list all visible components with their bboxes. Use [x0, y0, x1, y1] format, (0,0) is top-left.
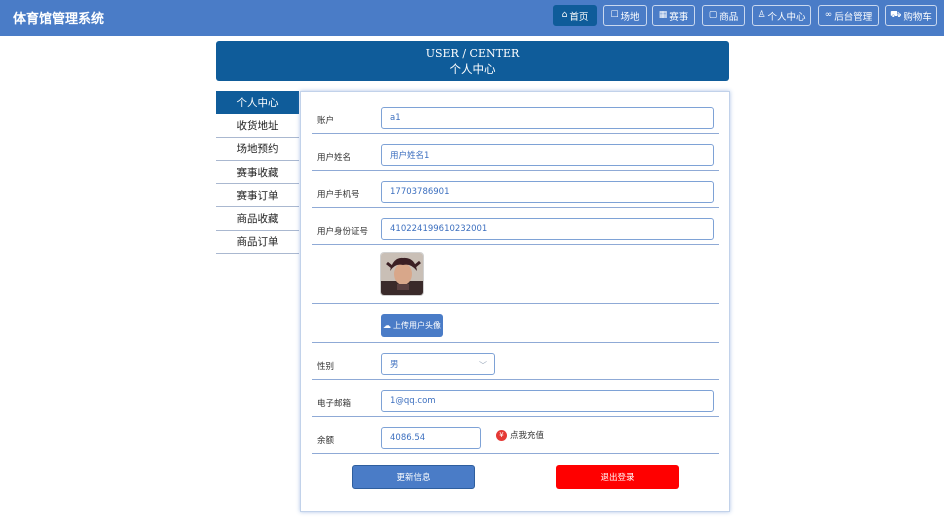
nav-cart[interactable]: ⛟ 购物车: [885, 5, 937, 26]
sidebar-item-address[interactable]: 收货地址: [216, 114, 299, 138]
chevron-down-icon: ﹀: [479, 361, 487, 370]
cart-icon: ⛟: [890, 10, 902, 20]
gender-select[interactable]: 男 ﹀: [381, 353, 495, 375]
nav-venue[interactable]: ☐ 场地: [603, 5, 647, 26]
venue-icon: ☐: [610, 10, 619, 20]
update-info-button[interactable]: 更新信息: [352, 465, 475, 489]
upload-avatar-button[interactable]: ☁ 上传用户头像: [381, 314, 443, 337]
nav-admin[interactable]: ∞ 后台管理: [818, 5, 879, 26]
form-row-gender: 性别 男 ﹀: [312, 343, 719, 380]
site-title: 体育馆管理系统: [13, 12, 105, 27]
logout-button[interactable]: 退出登录: [556, 465, 679, 489]
banner-title-cn: 个人中心: [449, 62, 496, 76]
page-banner: USER / CENTER 个人中心: [216, 41, 729, 81]
yen-icon: ¥: [496, 429, 507, 441]
recharge-link[interactable]: ¥ 点我充值: [496, 429, 544, 441]
form-row-email: 电子邮箱 1@qq.com: [312, 380, 719, 417]
cloud-upload-icon: ☁: [383, 321, 391, 330]
balance-label: 余额: [317, 436, 335, 446]
nav-home[interactable]: ⌂ 首页: [553, 5, 597, 26]
balance-input: 4086.54: [381, 427, 481, 449]
idcard-label: 用户身份证号: [317, 227, 369, 237]
sidebar-item-user-center[interactable]: 个人中心: [216, 91, 299, 115]
form-row-upload: ☁ 上传用户头像: [312, 304, 719, 343]
email-input[interactable]: 1@qq.com: [381, 390, 714, 412]
form-row-phone: 用户手机号 17703786901: [312, 171, 719, 208]
sidebar-item-event-orders[interactable]: 赛事订单: [216, 184, 299, 208]
phone-input[interactable]: 17703786901: [381, 181, 714, 203]
account-input[interactable]: a1: [381, 107, 714, 129]
sidebar-item-venue-booking[interactable]: 场地预约: [216, 138, 299, 161]
banner-title-en: USER / CENTER: [425, 47, 520, 60]
sidebar: 个人中心 收货地址 场地预约 赛事收藏 赛事订单 商品收藏 商品订单: [216, 91, 299, 255]
sidebar-item-goods-favorites[interactable]: 商品收藏: [216, 207, 299, 231]
name-input[interactable]: 用户姓名1: [381, 144, 714, 166]
gender-label: 性别: [317, 362, 335, 372]
phone-label: 用户手机号: [317, 190, 360, 200]
profile-form: 账户 a1 用户姓名 用户姓名1 用户手机号 17703786901 用户身份证…: [300, 91, 730, 512]
form-row-account: 账户 a1: [312, 100, 719, 134]
account-label: 账户: [317, 116, 335, 126]
sidebar-item-goods-orders[interactable]: 商品订单: [216, 231, 299, 255]
nav-events[interactable]: ▦ 赛事: [652, 5, 695, 26]
name-label: 用户姓名: [317, 153, 352, 163]
form-row-avatar: [312, 245, 719, 304]
form-row-name: 用户姓名 用户姓名1: [312, 134, 719, 171]
link-icon: ∞: [824, 10, 833, 20]
nav-goods[interactable]: ▢ 商品: [702, 5, 745, 26]
avatar: [380, 252, 424, 296]
home-icon: ⌂: [561, 10, 568, 20]
sidebar-item-event-favorites[interactable]: 赛事收藏: [216, 161, 299, 185]
user-icon: ♙: [757, 10, 766, 20]
form-row-balance: 余额 4086.54 ¥ 点我充值: [312, 417, 719, 454]
goods-icon: ▢: [708, 10, 718, 20]
event-icon: ▦: [658, 10, 668, 20]
idcard-input[interactable]: 410224199610232001: [381, 218, 714, 240]
top-navbar: 体育馆管理系统 ⌂ 首页 ☐ 场地 ▦ 赛事 ▢ 商品 ♙ 个人中心 ∞ 后台管理 ⛟ 购物车: [0, 0, 944, 36]
nav-user-center[interactable]: ♙ 个人中心: [752, 5, 811, 26]
email-label: 电子邮箱: [317, 399, 352, 409]
form-row-idcard: 用户身份证号 410224199610232001: [312, 208, 719, 245]
